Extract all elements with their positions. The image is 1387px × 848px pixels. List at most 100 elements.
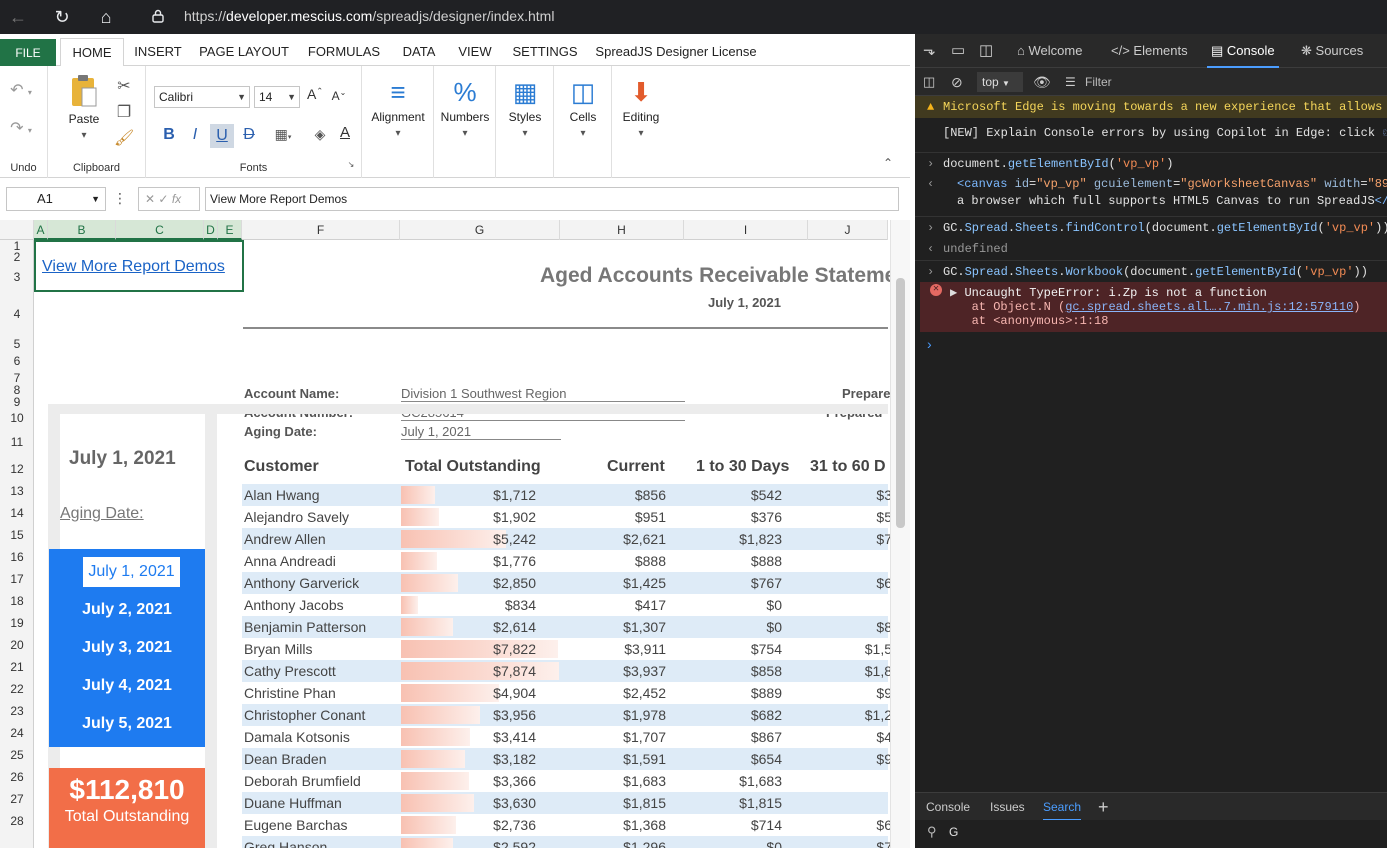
drawer-tab-search[interactable]: Search [1043,793,1082,821]
tab-data[interactable]: DATA [396,38,442,66]
table-row[interactable]: Deborah Brumfield $3,366 $1,683 $1,683 [242,770,888,792]
row-header-11[interactable]: 11 [0,426,34,458]
row-header-3[interactable]: 3 [0,262,34,292]
font-color-icon[interactable]: A [336,124,354,141]
sidebar-toggle-icon[interactable]: ◫ [923,68,935,96]
copilot-icon[interactable]: ♘ [1382,126,1387,140]
tab-insert[interactable]: INSERT [128,38,188,66]
date-option[interactable]: July 4, 2021 [49,677,205,695]
row-header-6[interactable]: 6 [0,352,34,370]
copy-icon[interactable]: ❐ [114,102,134,122]
column-header-j[interactable]: J [808,220,888,240]
row-header-25[interactable]: 25 [0,744,34,766]
worksheet[interactable]: A B C D E F G H I J 1 2 3 4 5 6 7 8 9 10 11 12 13 14 1… [0,220,910,848]
table-row[interactable]: Greg Hanson $2,592 $1,296 $0 $7 [242,836,892,848]
row-header-24[interactable]: 24 [0,722,34,744]
column-header-h[interactable]: H [560,220,684,240]
font-name-select[interactable]: Calibri ▼ [154,86,250,108]
decrease-font-icon[interactable]: A⌄ [330,88,348,103]
date-option[interactable]: July 2, 2021 [49,601,205,619]
dialog-launcher-icon[interactable]: ↘ [346,160,356,169]
tab-designer-license[interactable]: SpreadJS Designer License [592,38,760,66]
report-demos-link[interactable]: View More Report Demos [42,258,225,276]
date-option-selected[interactable]: July 1, 2021 [83,557,180,587]
collapse-ribbon-icon[interactable]: ⌃ [880,156,896,170]
tab-console[interactable]: ▤ Console [1207,34,1279,68]
home-icon[interactable]: ⌂ [92,4,120,30]
styles-button[interactable]: ▦ Styles ▾ [498,74,552,139]
console-prompt[interactable]: › [927,336,932,352]
paste-dropdown-icon[interactable]: ▾ [62,130,106,141]
tab-sources[interactable]: ❋ Sources [1301,34,1363,68]
undo-icon[interactable]: ↶ ▾ [6,80,36,100]
paste-button[interactable]: Paste ▾ [62,74,106,141]
drawer-tab-console[interactable]: Console [926,793,970,821]
row-header-14[interactable]: 14 [0,502,34,524]
row-header-17[interactable]: 17 [0,568,34,590]
clear-console-icon[interactable]: ⊘ [951,68,963,96]
row-header-2[interactable]: 2 [0,251,34,263]
strikethrough-icon[interactable]: D [240,126,258,144]
row-header-15[interactable]: 15 [0,524,34,546]
cells-button[interactable]: ◫ Cells ▾ [556,74,610,139]
tab-file[interactable]: FILE [0,39,56,66]
row-header-9[interactable]: 9 [0,394,34,410]
tab-welcome[interactable]: ⌂ Welcome [1017,34,1082,68]
tab-formulas[interactable]: FORMULAS [302,38,386,66]
table-row[interactable]: Eugene Barchas $2,736 $1,368 $714 $6 [242,814,892,836]
tab-elements[interactable]: </> Elements [1111,34,1188,68]
table-row[interactable]: Duane Huffman $3,630 $1,815 $1,815 [242,792,888,814]
italic-icon[interactable]: I [186,126,204,144]
alignment-button[interactable]: ≡ Alignment ▾ [366,74,430,139]
row-header-16[interactable]: 16 [0,546,34,568]
column-header-b[interactable]: B [48,220,116,240]
row-header-20[interactable]: 20 [0,634,34,656]
error-source-link[interactable]: gc.spread.sheets.all….7.min.js:12:579110 [1065,300,1353,314]
table-row[interactable]: Anthony Jacobs $834 $417 $0 [242,594,888,616]
context-select[interactable]: top ▼ [977,72,1023,92]
tab-view[interactable]: VIEW [452,38,498,66]
column-header-e[interactable]: E [218,220,242,240]
tab-page-layout[interactable]: PAGE LAYOUT [196,38,292,66]
underline-icon[interactable]: U [210,124,234,148]
dock-icon[interactable]: ◫ [979,34,993,68]
cancel-icon[interactable]: ✕ [145,192,155,206]
table-row[interactable]: Christopher Conant $3,956 $1,978 $682 $1,2 [242,704,892,726]
table-row[interactable]: Bryan Mills $7,822 $3,911 $754 $1,5 [242,638,892,660]
formula-input[interactable]: View More Report Demos [205,187,899,211]
table-row[interactable]: Damala Kotsonis $3,414 $1,707 $867 $4 [242,726,892,748]
search-input[interactable]: G [949,825,958,839]
table-row[interactable]: Andrew Allen $5,242 $2,621 $1,823 $7 [242,528,892,550]
console-filter-input[interactable]: Filter [1085,68,1112,96]
editing-button[interactable]: ⬇ Editing ▾ [614,74,668,139]
name-box[interactable]: A1 ▼ [6,187,106,211]
more-options-icon[interactable]: ⋮ [112,190,128,207]
format-painter-icon[interactable]: 🖌 [114,128,134,148]
back-arrow-icon[interactable]: ← [4,4,32,30]
table-row[interactable]: Cathy Prescott $7,874 $3,937 $858 $1,8 [242,660,892,682]
fill-color-icon[interactable]: ◈ [310,126,330,143]
row-header-23[interactable]: 23 [0,700,34,722]
column-header-c[interactable]: C [116,220,204,240]
table-row[interactable]: Alejandro Savely $1,902 $951 $376 $5 [242,506,892,528]
table-row[interactable]: Alan Hwang $1,712 $856 $542 $3 [242,484,892,506]
tab-home[interactable]: HOME [60,38,124,67]
column-header-f[interactable]: F [242,220,400,240]
add-tab-icon[interactable]: + [1098,793,1109,821]
row-header-10[interactable]: 10 [0,410,34,426]
border-icon[interactable]: ▦▾ [270,126,296,143]
table-row[interactable]: Dean Braden $3,182 $1,591 $654 $9 [242,748,892,770]
console-output-canvas[interactable]: ‹ <canvas id="vp_vp" gcuielement="gcWork… [915,176,1387,212]
row-header-4[interactable]: 4 [0,292,34,336]
row-header-13[interactable]: 13 [0,480,34,502]
row-header-5[interactable]: 5 [0,336,34,352]
address-bar[interactable]: https://developer.mescius.com/spreadjs/d… [140,2,1380,30]
column-header-i[interactable]: I [684,220,808,240]
cut-icon[interactable]: ✂ [114,76,134,96]
redo-icon[interactable]: ↷ ▾ [6,118,36,138]
column-header-d[interactable]: D [204,220,218,240]
date-option[interactable]: July 5, 2021 [49,715,205,733]
row-header-12[interactable]: 12 [0,458,34,480]
row-header-26[interactable]: 26 [0,766,34,788]
row-header-22[interactable]: 22 [0,678,34,700]
